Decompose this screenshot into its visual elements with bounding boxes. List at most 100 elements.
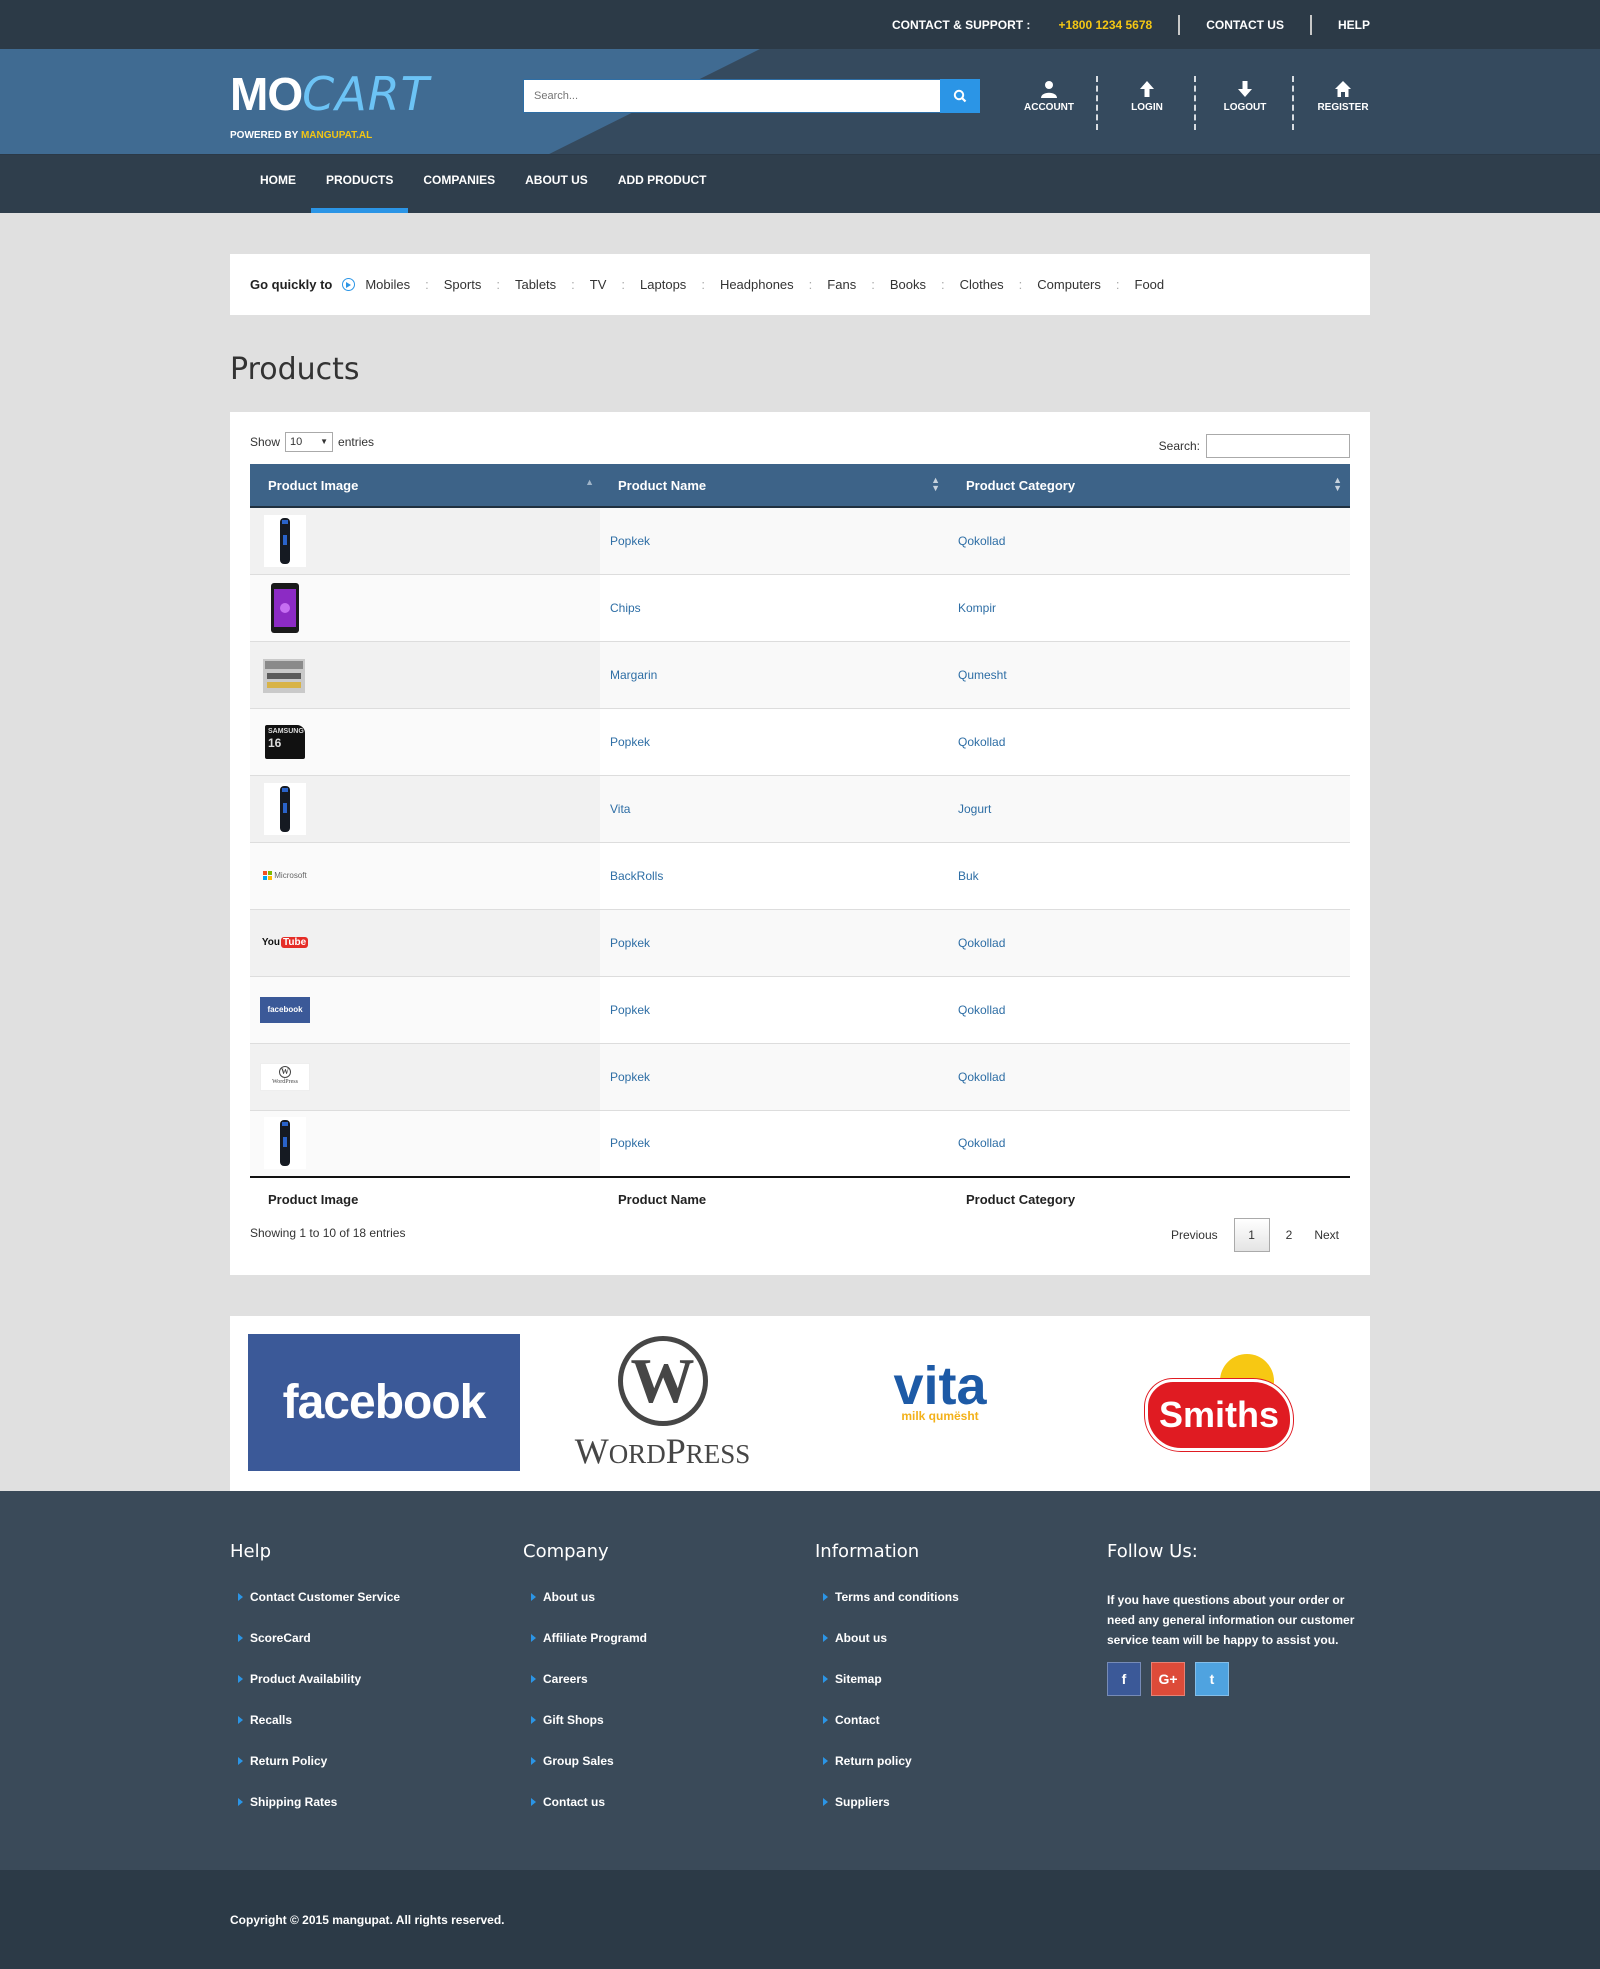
product-image-cell[interactable]: facebook — [250, 975, 600, 1043]
product-name-cell[interactable]: Popkek — [600, 707, 948, 775]
product-name-link[interactable]: Margarin — [610, 668, 657, 682]
column-header-name[interactable]: Product Name ▲ ▼ — [600, 464, 948, 508]
table-row[interactable]: Microsoft BackRolls Buk — [250, 841, 1350, 909]
page-1-button[interactable]: 1 — [1233, 1218, 1270, 1252]
quick-link-mobiles[interactable]: Mobiles — [365, 277, 410, 292]
product-category-cell[interactable]: Qokollad — [948, 1042, 1350, 1110]
nav-home[interactable]: HOME — [245, 155, 311, 213]
wordpress-logo[interactable]: W WORDPRESS — [555, 1336, 770, 1476]
page-2-button[interactable]: 2 — [1275, 1228, 1304, 1242]
table-row[interactable]: Popkek Qokollad — [250, 1109, 1350, 1177]
product-name-cell[interactable]: Vita — [600, 774, 948, 842]
previous-page-button[interactable]: Previous — [1160, 1228, 1229, 1242]
product-image-cell[interactable] — [250, 573, 600, 641]
footer-link[interactable]: Group Sales — [523, 1754, 803, 1795]
column-header-image[interactable]: Product Image ▲ — [250, 464, 600, 508]
product-name-link[interactable]: BackRolls — [610, 869, 663, 883]
footer-link[interactable]: Careers — [523, 1672, 803, 1713]
product-category-cell[interactable]: Buk — [948, 841, 1350, 909]
table-row[interactable]: Margarin Qumesht — [250, 640, 1350, 708]
search-button[interactable] — [940, 79, 980, 113]
quick-link-laptops[interactable]: Laptops — [640, 277, 686, 292]
logout-button[interactable]: LOGOUT — [1196, 76, 1294, 130]
product-category-cell[interactable]: Qumesht — [948, 640, 1350, 708]
footer-link[interactable]: About us — [815, 1631, 1095, 1672]
footer-link[interactable]: Contact — [815, 1713, 1095, 1754]
product-name-link[interactable]: Popkek — [610, 735, 650, 749]
account-button[interactable]: ACCOUNT — [1000, 76, 1098, 130]
product-category-link[interactable]: Qokollad — [958, 936, 1005, 950]
smiths-logo[interactable]: Smiths — [1145, 1354, 1295, 1454]
register-button[interactable]: REGISTER — [1294, 76, 1392, 113]
footer-link[interactable]: Suppliers — [815, 1795, 1095, 1836]
search-input[interactable] — [524, 80, 924, 112]
quick-link-clothes[interactable]: Clothes — [960, 277, 1004, 292]
table-search-input[interactable] — [1206, 434, 1350, 458]
footer-link[interactable]: Return policy — [815, 1754, 1095, 1795]
footer-link[interactable]: About us — [523, 1590, 803, 1631]
product-category-link[interactable]: Qokollad — [958, 1070, 1005, 1084]
quick-link-tablets[interactable]: Tablets — [515, 277, 556, 292]
product-image-cell[interactable]: W WordPress — [250, 1042, 600, 1110]
google-plus-icon[interactable]: G+ — [1151, 1662, 1185, 1696]
product-image-cell[interactable] — [250, 774, 600, 842]
login-button[interactable]: LOGIN — [1098, 76, 1196, 130]
product-name-cell[interactable]: Popkek — [600, 908, 948, 976]
quick-link-fans[interactable]: Fans — [827, 277, 856, 292]
quick-link-headphones[interactable]: Headphones — [720, 277, 794, 292]
quick-link-food[interactable]: Food — [1135, 277, 1165, 292]
quick-link-computers[interactable]: Computers — [1037, 277, 1101, 292]
product-image-cell[interactable]: Microsoft — [250, 841, 600, 909]
nav-products[interactable]: PRODUCTS — [311, 155, 409, 213]
product-category-link[interactable]: Qokollad — [958, 1003, 1005, 1017]
product-name-cell[interactable]: BackRolls — [600, 841, 948, 909]
product-category-link[interactable]: Buk — [958, 869, 979, 883]
support-phone[interactable]: +1800 1234 5678 — [1058, 18, 1152, 32]
nav-companies[interactable]: COMPANIES — [408, 155, 510, 213]
product-name-link[interactable]: Chips — [610, 601, 641, 615]
footer-link[interactable]: Contact Customer Service — [230, 1590, 510, 1631]
footer-link[interactable]: Gift Shops — [523, 1713, 803, 1754]
product-image-cell[interactable] — [250, 506, 600, 574]
table-row[interactable]: Popkek Qokollad — [250, 506, 1350, 574]
product-category-link[interactable]: Qokollad — [958, 1136, 1005, 1150]
product-category-cell[interactable]: Qokollad — [948, 707, 1350, 775]
product-category-cell[interactable]: Qokollad — [948, 1109, 1350, 1177]
facebook-logo[interactable]: facebook — [248, 1334, 520, 1471]
product-image-cell[interactable]: SAMSUNG 16 — [250, 707, 600, 775]
twitter-icon[interactable]: t — [1195, 1662, 1229, 1696]
table-row[interactable]: Chips Kompir — [250, 573, 1350, 641]
product-name-cell[interactable]: Popkek — [600, 506, 948, 574]
table-row[interactable]: W WordPress Popkek Qokollad — [250, 1042, 1350, 1110]
nav-about-us[interactable]: ABOUT US — [510, 155, 603, 213]
product-name-cell[interactable]: Popkek — [600, 1109, 948, 1177]
product-name-cell[interactable]: Chips — [600, 573, 948, 641]
product-name-link[interactable]: Popkek — [610, 534, 650, 548]
product-category-cell[interactable]: Jogurt — [948, 774, 1350, 842]
product-category-link[interactable]: Jogurt — [958, 802, 991, 816]
footer-link[interactable]: Product Availability — [230, 1672, 510, 1713]
product-name-cell[interactable]: Popkek — [600, 975, 948, 1043]
column-header-category[interactable]: Product Category ▲ ▼ — [948, 464, 1350, 508]
footer-link[interactable]: Affiliate Programd — [523, 1631, 803, 1672]
quick-link-sports[interactable]: Sports — [444, 277, 482, 292]
footer-link[interactable]: Terms and conditions — [815, 1590, 1095, 1631]
help-link[interactable]: HELP — [1338, 18, 1370, 32]
facebook-icon[interactable]: f — [1107, 1662, 1141, 1696]
table-row[interactable]: facebook Popkek Qokollad — [250, 975, 1350, 1043]
logo[interactable]: MOCART POWERED BY MANGUPAT.AL — [230, 67, 430, 141]
quick-link-tv[interactable]: TV — [590, 277, 607, 292]
product-category-link[interactable]: Qokollad — [958, 735, 1005, 749]
product-image-cell[interactable] — [250, 640, 600, 708]
footer-link[interactable]: Return Policy — [230, 1754, 510, 1795]
quick-link-books[interactable]: Books — [890, 277, 926, 292]
product-category-link[interactable]: Kompir — [958, 601, 996, 615]
product-name-link[interactable]: Vita — [610, 802, 630, 816]
product-name-cell[interactable]: Margarin — [600, 640, 948, 708]
table-row[interactable]: SAMSUNG 16 Popkek Qokollad — [250, 707, 1350, 775]
product-name-link[interactable]: Popkek — [610, 1136, 650, 1150]
product-image-cell[interactable] — [250, 1109, 600, 1177]
table-row[interactable]: Vita Jogurt — [250, 774, 1350, 842]
contact-us-link[interactable]: CONTACT US — [1206, 18, 1284, 32]
product-category-link[interactable]: Qumesht — [958, 668, 1007, 682]
